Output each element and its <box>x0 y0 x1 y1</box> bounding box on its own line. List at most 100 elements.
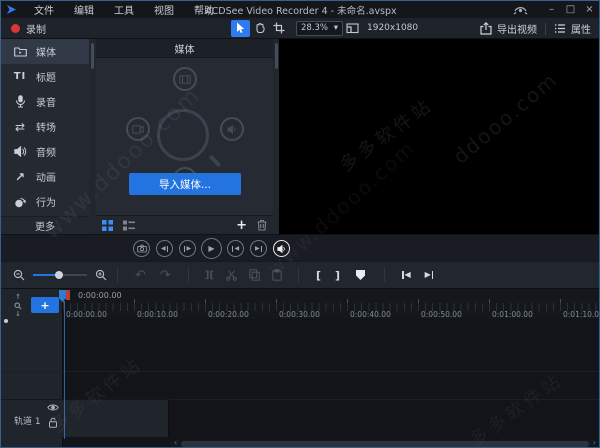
track-height-control[interactable]: ↑ ↓ <box>11 293 25 319</box>
magnifier-icon <box>157 109 209 161</box>
zoom-in-icon <box>95 269 107 281</box>
sidebar-item-record-audio[interactable]: 录音 <box>1 89 89 114</box>
marker-icon <box>356 270 366 280</box>
jump-to-end-button[interactable]: ▶ <box>425 271 434 279</box>
trash-icon <box>257 219 267 231</box>
timeline-indicator-dot <box>4 319 8 323</box>
menu-file[interactable]: 文件 <box>24 1 64 18</box>
ruler-label: 0:00:30.00 <box>279 310 320 319</box>
timeline-zoom-slider[interactable] <box>33 271 87 279</box>
menu-edit[interactable]: 编辑 <box>64 1 104 18</box>
sidebar-item-media[interactable]: 媒体 <box>1 39 89 64</box>
timeline-zoom-out-button[interactable] <box>13 269 25 281</box>
sidebar-item-behaviors[interactable]: 行为 <box>1 189 89 214</box>
transition-arrows-icon: ⇄ <box>14 119 26 134</box>
title-bar: 文件 编辑 工具 视图 帮助 ACDSee Video Recorder 4 -… <box>1 1 599 18</box>
sidebar: 媒体 TI 标题 录音 ⇄ 转场 音频 ↗ 动画 行为 <box>1 39 89 234</box>
next-frame-button[interactable]: ▶ <box>179 240 196 257</box>
copy-button[interactable] <box>249 269 260 281</box>
acdsee-logo-icon <box>513 4 528 15</box>
minimize-button[interactable]: – <box>542 1 561 18</box>
add-marker-button[interactable] <box>356 270 366 280</box>
ruler-label: 0:00:00.00 <box>66 310 107 319</box>
crop-tool-button[interactable] <box>269 20 288 37</box>
snapshot-button[interactable] <box>133 240 150 257</box>
playhead-marker[interactable] <box>59 290 71 303</box>
list-view-button[interactable] <box>123 220 135 231</box>
sidebar-item-label: 录音 <box>36 98 56 109</box>
chevron-down-icon: ▾ <box>333 23 338 33</box>
ruler-label: 0:01:10.00 <box>563 310 600 319</box>
previous-frame-button[interactable]: ◀ <box>156 240 173 257</box>
paste-button[interactable] <box>272 269 282 281</box>
go-to-end-button[interactable]: ▶ <box>250 240 267 257</box>
mark-out-button[interactable]: ] <box>335 269 340 282</box>
play-button[interactable]: ▶ <box>201 238 222 259</box>
sidebar-scrollbar[interactable] <box>89 39 96 234</box>
menu-tools[interactable]: 工具 <box>104 1 144 18</box>
sidebar-item-animation[interactable]: ↗ 动画 <box>1 164 89 189</box>
close-button[interactable]: × <box>580 1 599 18</box>
arrow-up-icon[interactable]: ↑ <box>15 293 21 302</box>
timeline-horizontal-scrollbar[interactable]: ‹ › <box>171 438 599 447</box>
canvas-size-icon <box>346 23 359 34</box>
scissors-icon <box>226 269 237 281</box>
scrollbar-thumb[interactable] <box>274 43 278 69</box>
export-label: 导出视频 <box>497 25 537 36</box>
zoom-level-select[interactable]: 28.3% ▾ <box>296 20 343 36</box>
scroll-right-arrow[interactable]: › <box>593 438 596 447</box>
mark-in-button[interactable]: [ <box>316 269 321 282</box>
select-tool-button[interactable] <box>231 19 250 37</box>
go-to-start-button[interactable]: ◀ <box>227 240 244 257</box>
properties-label: 属性 <box>571 25 591 36</box>
record-button[interactable]: 录制 <box>11 21 46 36</box>
zoom-level-value: 28.3% <box>301 23 329 33</box>
zoom-slider-knob[interactable] <box>55 271 63 279</box>
preview-canvas[interactable] <box>279 39 599 234</box>
redo-button[interactable]: ↷ <box>160 268 171 283</box>
add-track-button[interactable]: + <box>31 297 59 313</box>
audio-speaker-icon <box>220 117 244 141</box>
speaker-icon <box>13 146 27 157</box>
track-visibility-button[interactable] <box>47 403 59 412</box>
undo-button[interactable]: ↶ <box>135 268 146 283</box>
media-panel-footer: + <box>96 215 273 234</box>
track-lock-button[interactable] <box>48 417 58 428</box>
add-media-button[interactable]: + <box>236 218 247 233</box>
copy-icon <box>249 269 260 281</box>
cut-button[interactable] <box>226 269 237 281</box>
import-media-button[interactable]: 导入媒体... <box>129 173 241 195</box>
timeline-zoom-in-button[interactable] <box>95 269 107 281</box>
timeline-ruler[interactable]: 0:00:00.00 0:00:00.00 0:00:10.00 0:00:20… <box>63 289 600 319</box>
animation-arrow-icon: ↗ <box>14 169 26 184</box>
scrollbar-thumb[interactable] <box>91 43 94 69</box>
sidebar-item-titles[interactable]: TI 标题 <box>1 64 89 89</box>
pan-tool-button[interactable] <box>250 20 269 37</box>
menu-view[interactable]: 视图 <box>144 1 184 18</box>
sidebar-item-audio[interactable]: 音频 <box>1 139 89 164</box>
mute-button[interactable] <box>273 240 290 257</box>
grid-view-button[interactable] <box>102 219 113 231</box>
arrow-down-icon[interactable]: ↓ <box>15 310 21 319</box>
properties-button[interactable]: 属性 <box>554 21 591 36</box>
maximize-button[interactable]: □ <box>561 1 580 18</box>
scrollbar-thumb[interactable] <box>181 441 589 447</box>
canvas-resolution: 1920x1080 <box>367 23 419 33</box>
microphone-icon <box>13 95 27 108</box>
media-folder-icon <box>13 46 27 57</box>
app-icon <box>6 4 18 15</box>
split-clip-button[interactable]: ][ <box>205 270 214 281</box>
jump-to-start-button[interactable]: ◀ <box>402 271 411 279</box>
sidebar-more-button[interactable]: 更多 <box>1 216 89 234</box>
scroll-left-arrow[interactable]: ‹ <box>174 438 177 447</box>
playhead-line[interactable] <box>64 301 65 439</box>
timeline-toolbar: ↶ ↷ ][ [ ] ◀ ▶ <box>1 261 599 289</box>
sidebar-item-transitions[interactable]: ⇄ 转场 <box>1 114 89 139</box>
export-video-button[interactable]: 导出视频 <box>480 21 537 36</box>
export-icon <box>480 22 492 35</box>
track-header[interactable]: 轨道 1 <box>1 399 169 437</box>
app-window: 文件 编辑 工具 视图 帮助 ACDSee Video Recorder 4 -… <box>0 0 600 448</box>
delete-media-button[interactable] <box>257 219 267 231</box>
sidebar-item-label: 转场 <box>36 123 56 134</box>
canvas-size-button[interactable] <box>343 20 362 37</box>
